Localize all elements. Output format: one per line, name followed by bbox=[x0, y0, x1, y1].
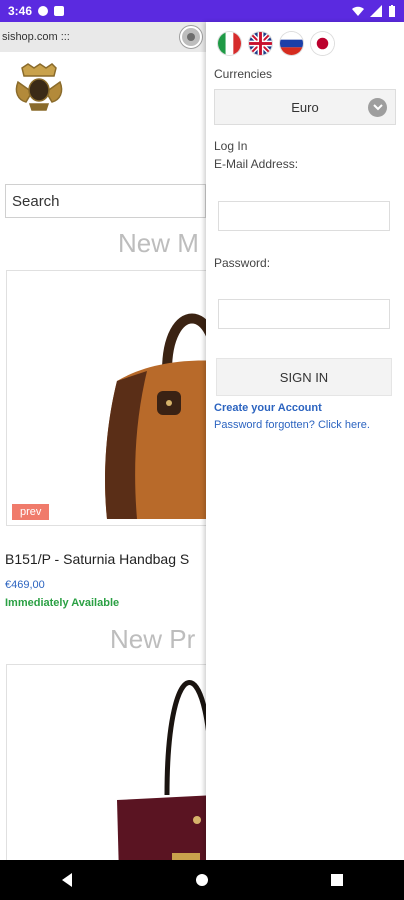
email-field[interactable] bbox=[218, 201, 390, 231]
handbag-image bbox=[105, 313, 206, 519]
sign-in-label: SIGN IN bbox=[279, 369, 329, 385]
signal-icon bbox=[370, 5, 382, 17]
url-bar[interactable]: sishop.com ::: bbox=[0, 22, 206, 52]
product-card-2[interactable] bbox=[6, 664, 206, 860]
wifi-icon bbox=[352, 6, 364, 16]
navigation-bar bbox=[0, 860, 404, 900]
home-button[interactable] bbox=[182, 860, 222, 900]
status-bar: 3:46 bbox=[0, 0, 404, 22]
back-triangle-icon bbox=[62, 873, 73, 887]
side-drawer: Currencies Euro Log In E-Mail Address: P… bbox=[206, 22, 404, 860]
currency-selected-value: Euro bbox=[291, 99, 319, 115]
web-page: sishop.com ::: Search New M prev B151/P … bbox=[0, 22, 206, 860]
product-card[interactable] bbox=[6, 270, 206, 526]
home-circle-icon bbox=[195, 874, 208, 886]
currency-select[interactable]: Euro bbox=[214, 89, 396, 125]
currencies-label: Currencies bbox=[214, 67, 273, 81]
email-label: E-Mail Address: bbox=[214, 157, 299, 171]
status-time: 3:46 bbox=[8, 4, 33, 18]
create-account-link[interactable]: Create your Account bbox=[214, 402, 322, 414]
product-price: €469,00 bbox=[5, 579, 45, 591]
search-placeholder: Search bbox=[12, 193, 60, 210]
brand-logo[interactable] bbox=[10, 62, 68, 118]
forgot-password-link[interactable]: Password forgotten? Click here. bbox=[214, 419, 370, 431]
recents-button[interactable] bbox=[317, 860, 357, 900]
search-input[interactable]: Search bbox=[5, 184, 206, 218]
password-label: Password: bbox=[214, 256, 271, 270]
password-field[interactable] bbox=[218, 299, 390, 329]
uk-flag-icon[interactable] bbox=[249, 32, 272, 55]
battery-icon bbox=[389, 5, 395, 17]
russian-flag-icon[interactable] bbox=[280, 32, 303, 55]
chevron-down-icon bbox=[368, 98, 387, 117]
recents-square-icon bbox=[330, 874, 343, 886]
italian-flag-icon[interactable] bbox=[218, 32, 241, 55]
login-label: Log In bbox=[214, 139, 248, 153]
product-title[interactable]: B151/P - Saturnia Handbag S bbox=[5, 551, 189, 567]
circle-icon bbox=[187, 33, 195, 41]
sd-card-icon bbox=[54, 6, 65, 16]
notification-icon bbox=[38, 6, 49, 16]
section-title-new: New M bbox=[118, 228, 199, 258]
browser-menu-button[interactable] bbox=[180, 26, 202, 48]
preview-badge[interactable]: prev bbox=[12, 504, 50, 520]
product-availability: Immediately Available bbox=[5, 597, 120, 609]
sign-in-button[interactable]: SIGN IN bbox=[216, 358, 392, 396]
handbag-image-2 bbox=[117, 680, 206, 860]
back-button[interactable] bbox=[47, 860, 87, 900]
section-title-new-products: New Pr bbox=[110, 624, 196, 654]
japanese-flag-icon[interactable] bbox=[311, 32, 334, 55]
language-selector bbox=[218, 32, 334, 55]
url-text: sishop.com ::: bbox=[2, 31, 70, 43]
